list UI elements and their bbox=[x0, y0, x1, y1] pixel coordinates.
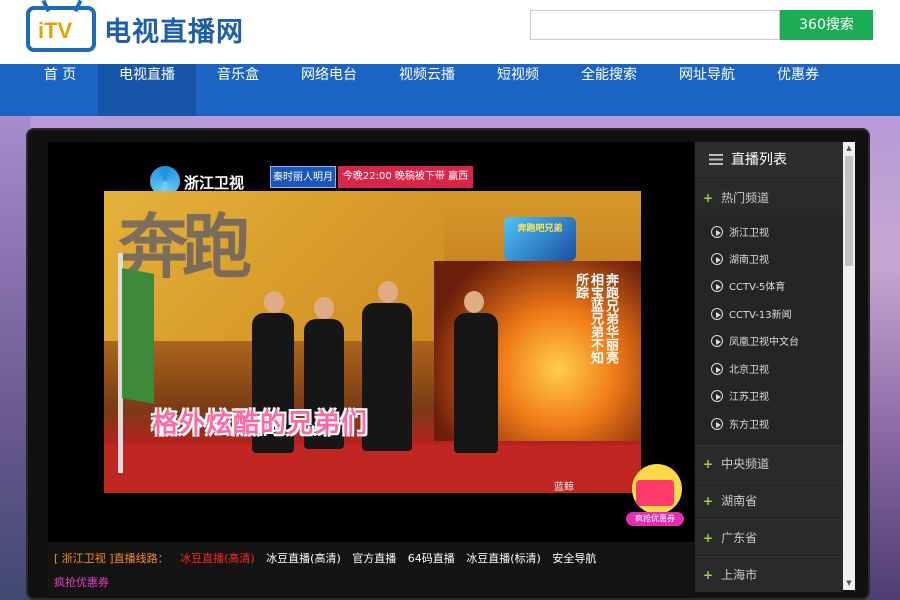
channel-label: 浙江卫视 bbox=[729, 228, 769, 239]
play-icon bbox=[711, 418, 723, 430]
category-shanghai[interactable]: + 上海市 bbox=[695, 556, 843, 592]
channel-item[interactable]: CCTV-5体育 bbox=[695, 274, 843, 301]
plus-icon: + bbox=[703, 494, 714, 508]
channel-banner-right: 今晚22:00 晚稿被下带 赢西大发宿强 bbox=[338, 166, 473, 204]
channel-item[interactable]: 江苏卫视 bbox=[695, 384, 843, 411]
category-label: 广东省 bbox=[721, 531, 758, 545]
line-option[interactable]: 安全导航 bbox=[552, 552, 596, 565]
plus-icon: + bbox=[703, 457, 714, 471]
video-person-head bbox=[314, 297, 334, 319]
play-icon bbox=[711, 390, 723, 402]
channel-label: CCTV-5体育 bbox=[729, 282, 786, 293]
coupon-badge-label: 疯抢优惠券 bbox=[626, 512, 684, 526]
line-option[interactable]: 冰豆直播(标清) bbox=[466, 552, 541, 565]
video-person bbox=[362, 303, 412, 451]
play-icon bbox=[711, 280, 723, 292]
category-label: 上海市 bbox=[721, 568, 758, 582]
nav-short-video[interactable]: 短视频 bbox=[476, 64, 560, 116]
nav-video-cloud[interactable]: 视频云播 bbox=[378, 64, 476, 116]
plus-icon: + bbox=[703, 531, 714, 545]
lines-title: [ 浙江卫视 ]直播线路： bbox=[54, 552, 169, 565]
plus-icon: + bbox=[703, 568, 714, 582]
line-option-active[interactable]: 冰豆直播(高清) bbox=[180, 552, 255, 565]
channel-item[interactable]: 东方卫视 bbox=[695, 412, 843, 439]
category-central[interactable]: + 中央频道 bbox=[695, 445, 843, 481]
coupon-badge[interactable]: 疯抢优惠券 bbox=[624, 462, 686, 526]
video-person-head bbox=[378, 281, 398, 303]
nav-tv-live[interactable]: 电视直播 bbox=[98, 64, 196, 116]
video-person-head bbox=[464, 291, 484, 313]
channel-label: 北京卫视 bbox=[729, 365, 769, 376]
channel-label: 湖南卫视 bbox=[729, 255, 769, 266]
site-logo[interactable]: iTV bbox=[26, 0, 96, 52]
show-logo-badge: 奔跑吧兄弟 bbox=[504, 217, 576, 261]
sidebar-scroll-thumb[interactable] bbox=[845, 156, 853, 266]
video-watermark: 蓝鲸 bbox=[554, 482, 574, 493]
category-hot[interactable]: + 热门频道 bbox=[695, 179, 843, 215]
channel-item[interactable]: CCTV-13新闻 bbox=[695, 302, 843, 329]
plus-icon: + bbox=[703, 191, 714, 205]
nav-home[interactable]: 首 页 bbox=[22, 64, 98, 116]
play-icon bbox=[711, 226, 723, 238]
channel-item[interactable]: 凤凰卫视中文台 bbox=[695, 329, 843, 356]
category-label: 热门频道 bbox=[721, 191, 770, 205]
live-list-sidebar: 直播列表 + 热门频道 浙江卫视 湖南卫视 CCTV-5体育 CCTV-13新闻 … bbox=[695, 142, 843, 592]
channel-banner-left: 秦时丽人明月心 bbox=[270, 166, 336, 205]
category-label: 中央频道 bbox=[721, 457, 770, 471]
video-person bbox=[454, 313, 498, 453]
channel-item[interactable]: 北京卫视 bbox=[695, 357, 843, 384]
sidebar-title: 直播列表 bbox=[731, 152, 787, 168]
play-icon bbox=[711, 335, 723, 347]
search-input[interactable] bbox=[530, 10, 780, 40]
video-person-head bbox=[264, 291, 284, 313]
scroll-down-arrow-icon[interactable]: ▼ bbox=[845, 578, 853, 588]
video-caption: 格外炫酷的兄弟们 bbox=[152, 409, 369, 439]
video-vertical-caption: 奔跑兄弟华丽亮相宝蓝兄弟不知所踪 bbox=[573, 273, 618, 364]
coupon-link[interactable]: 疯抢优惠券 bbox=[54, 574, 109, 590]
site-header: iTV 电视直播网 360搜索 bbox=[0, 0, 900, 64]
nav-coupons[interactable]: 优惠券 bbox=[756, 64, 840, 116]
play-icon bbox=[711, 363, 723, 375]
category-guangdong[interactable]: + 广东省 bbox=[695, 519, 843, 555]
category-hunan[interactable]: + 湖南省 bbox=[695, 482, 843, 518]
channel-item[interactable]: 湖南卫视 bbox=[695, 247, 843, 274]
stream-lines-bar: [ 浙江卫视 ]直播线路： 冰豆直播(高清) 冰豆直播(高清) 官方直播 64码… bbox=[48, 542, 694, 596]
nav-url-guide[interactable]: 网址导航 bbox=[658, 64, 756, 116]
logo-text[interactable]: 电视直播网 bbox=[104, 10, 244, 49]
channel-label: 凤凰卫视中文台 bbox=[729, 337, 799, 348]
channel-label: CCTV-13新闻 bbox=[729, 310, 792, 321]
nav-all-search[interactable]: 全能搜索 bbox=[560, 64, 658, 116]
play-icon bbox=[711, 253, 723, 265]
nav-web-radio[interactable]: 网络电台 bbox=[280, 64, 378, 116]
logo-mark: iTV bbox=[38, 18, 73, 43]
scroll-up-arrow-icon[interactable]: ▲ bbox=[845, 143, 853, 153]
play-icon bbox=[711, 308, 723, 320]
video-frame[interactable]: 奔跑 奔跑吧兄弟 奔跑兄弟华丽亮相宝蓝兄弟不知所踪 格外炫酷的兄弟们 蓝鲸 bbox=[104, 191, 641, 493]
category-label: 湖南省 bbox=[721, 494, 758, 508]
search-button[interactable]: 360搜索 bbox=[780, 10, 873, 40]
nav-music-box[interactable]: 音乐盒 bbox=[196, 64, 280, 116]
channel-label: 江苏卫视 bbox=[729, 392, 769, 403]
channel-label: 东方卫视 bbox=[729, 420, 769, 431]
line-option[interactable]: 64码直播 bbox=[408, 552, 455, 565]
list-icon bbox=[709, 154, 723, 165]
line-option[interactable]: 官方直播 bbox=[352, 552, 396, 565]
red-envelope-icon bbox=[636, 480, 674, 506]
sidebar-header: 直播列表 bbox=[695, 142, 843, 178]
video-flag bbox=[122, 268, 154, 404]
line-option[interactable]: 冰豆直播(高清) bbox=[266, 552, 341, 565]
channel-item[interactable]: 浙江卫视 bbox=[695, 220, 843, 247]
main-nav: 首 页 电视直播 音乐盒 网络电台 视频云播 短视频 全能搜索 网址导航 优惠券 bbox=[0, 64, 900, 116]
